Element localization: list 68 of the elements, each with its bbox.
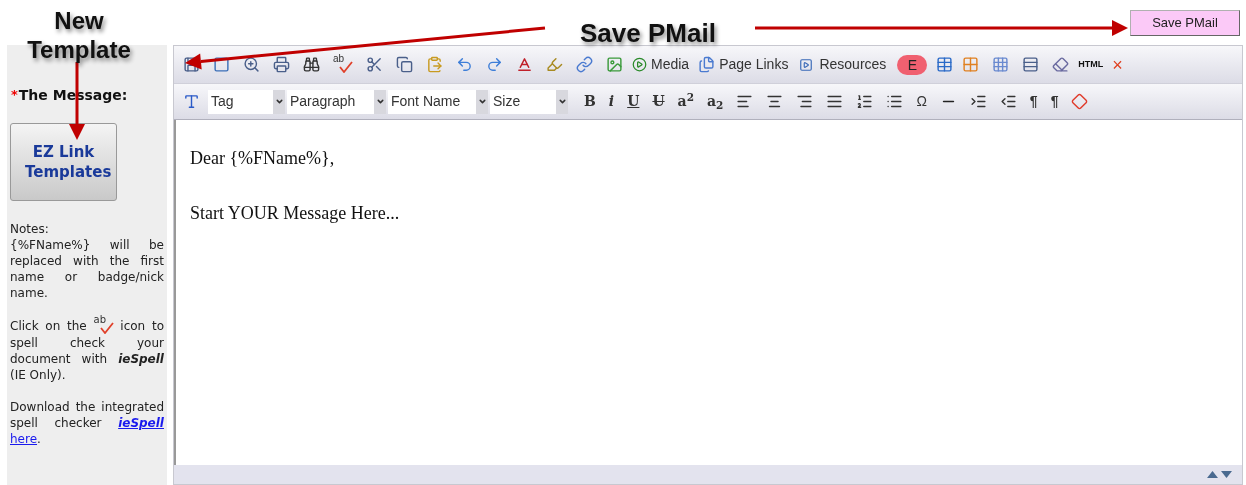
style-icon[interactable]: [183, 93, 200, 110]
resources-button[interactable]: Resources: [799, 54, 887, 75]
scissors-icon[interactable]: [366, 56, 383, 73]
dropdown-caret-icon: [477, 97, 487, 106]
special-character-button[interactable]: Ω: [916, 91, 927, 112]
dropdown-caret-icon: [274, 97, 284, 106]
editor-text: Start YOUR Message Here...: [190, 202, 401, 225]
play-icon: [632, 57, 647, 72]
dotted-grid-icon[interactable]: [992, 56, 1010, 73]
zoom-icon[interactable]: [243, 56, 260, 73]
media-button[interactable]: Media: [632, 54, 690, 75]
align-center-icon[interactable]: [766, 93, 784, 110]
dropdown-caret-icon: [557, 97, 567, 106]
editor-text: Dear {%FName%},: [190, 147, 336, 170]
indent-icon[interactable]: [969, 93, 987, 110]
save-icon[interactable]: [183, 56, 200, 73]
iespell-link[interactable]: ieSpell: [118, 416, 164, 430]
text-color-icon[interactable]: [516, 56, 533, 73]
outdent-icon[interactable]: [999, 93, 1017, 110]
table-edit-icon[interactable]: [962, 56, 980, 73]
bullet-list-icon[interactable]: [886, 93, 904, 110]
table-icon[interactable]: [936, 56, 954, 73]
bold-button[interactable]: B: [584, 91, 596, 112]
html-button[interactable]: HTML: [1078, 57, 1104, 72]
ez-link-templates-button[interactable]: EZ Link Templates: [10, 123, 117, 201]
justify-icon[interactable]: [826, 93, 844, 110]
format-dropdown[interactable]: Paragraph: [287, 89, 386, 114]
square-icon[interactable]: [213, 56, 230, 73]
spell-check-note: Click on the ab icon to spell check your document with ieSpell (IE Only).: [10, 317, 164, 383]
files-icon: [698, 56, 716, 73]
undo-icon[interactable]: [456, 56, 473, 73]
align-right-icon[interactable]: [796, 93, 814, 110]
image-icon[interactable]: [606, 56, 623, 73]
save-pmail-button[interactable]: Save PMail: [1130, 10, 1240, 36]
required-mark: *: [11, 86, 18, 104]
format-dropdown[interactable]: Font Name: [388, 89, 488, 114]
download-note: Download the integrated spell checker ieSpell here.: [10, 399, 164, 447]
diamond-icon[interactable]: [1071, 93, 1089, 110]
format-dropdown[interactable]: Size: [490, 89, 568, 114]
highlighter-icon[interactable]: [546, 56, 563, 73]
printer-icon[interactable]: [273, 56, 290, 73]
resize-up-icon[interactable]: [1207, 471, 1218, 478]
binoculars-icon[interactable]: [303, 56, 320, 73]
page-links-button[interactable]: Page Links: [698, 54, 789, 75]
save-pmail-annotation: Save PMail: [580, 17, 716, 50]
here-link[interactable]: here: [10, 432, 38, 446]
document-icon: [799, 57, 814, 72]
align-left-icon[interactable]: [736, 93, 754, 110]
e-badge[interactable]: E: [897, 54, 928, 75]
right-to-left-button[interactable]: ¶: [1050, 91, 1059, 112]
eraser-icon[interactable]: [1052, 56, 1070, 73]
format-dropdown[interactable]: Tag: [208, 89, 285, 114]
close-button[interactable]: ×: [1112, 55, 1123, 74]
strike-button[interactable]: U: [652, 91, 665, 112]
dropdown-caret-icon: [375, 97, 385, 106]
sup-button[interactable]: a$^{2}$: [677, 91, 694, 112]
sub-button[interactable]: a$_{2}$: [707, 91, 724, 112]
new-template-annotation: New Template: [26, 6, 132, 64]
resize-down-icon[interactable]: [1221, 471, 1232, 478]
copy-icon[interactable]: [396, 56, 413, 73]
link-icon[interactable]: [576, 56, 593, 73]
underline-button[interactable]: U: [627, 91, 640, 112]
layout-icon[interactable]: [1022, 56, 1040, 73]
left-to-right-button[interactable]: ¶: [1029, 91, 1038, 112]
italic-button[interactable]: i: [608, 91, 615, 112]
redo-icon[interactable]: [486, 56, 503, 73]
notes-text: Notes: {%FName%} will be replaced with the first name or badge/nick name.: [10, 221, 164, 301]
numbered-list-icon[interactable]: [856, 93, 874, 110]
